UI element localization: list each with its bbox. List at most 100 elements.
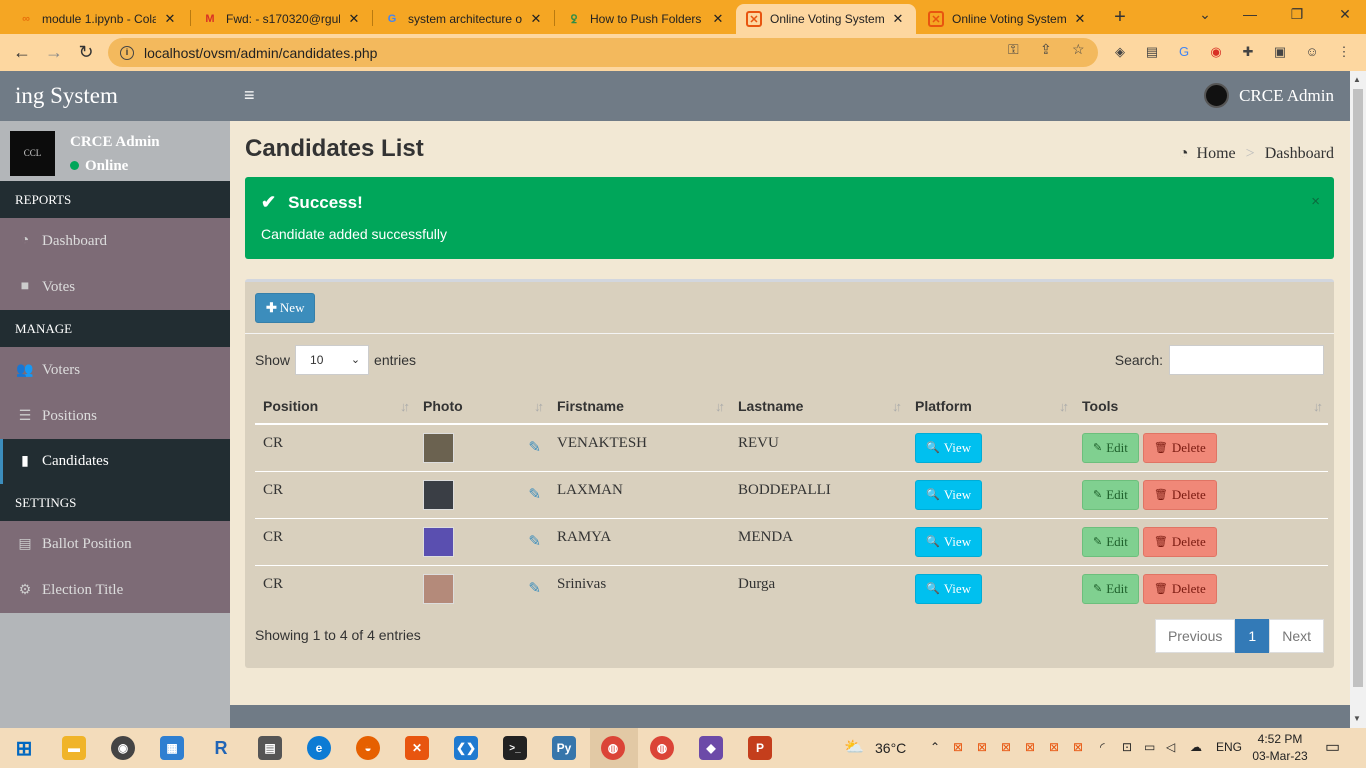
tray-overflow-icon[interactable]: ⌃	[930, 740, 940, 754]
sidebar-item-ballot-position[interactable]: ▤ Ballot Position	[0, 521, 230, 567]
browser-tab[interactable]: G system architecture of ✕	[374, 4, 554, 34]
xampp-tray-icon[interactable]: ⊠	[977, 740, 987, 754]
weather-temperature[interactable]: 36°C	[875, 740, 906, 756]
add-candidate-button[interactable]: ✚ New	[255, 293, 316, 323]
xampp-tray-icon[interactable]: ⊠	[1049, 740, 1059, 754]
windows-start-icon[interactable]: ⊞	[12, 736, 36, 760]
extension-icon[interactable]: ◈	[1112, 44, 1128, 60]
xampp-tray-icon[interactable]: ⊠	[953, 740, 963, 754]
edit-photo-icon[interactable]: ✎	[528, 438, 541, 457]
taskbar-clock[interactable]: 4:52 PM 03-Mar-23	[1250, 731, 1310, 765]
forward-icon[interactable]: →	[44, 42, 64, 63]
address-bar[interactable]: i localhost/ovsm/admin/candidates.php	[108, 38, 1098, 67]
next-page-button[interactable]: Next	[1269, 619, 1324, 653]
edit-button[interactable]: ✎ Edit	[1082, 432, 1139, 463]
minimize-icon[interactable]: —	[1240, 6, 1260, 22]
hamburger-icon[interactable]: ≡	[244, 86, 258, 104]
calculator-icon[interactable]: ▤	[258, 736, 282, 760]
translate-icon[interactable]: G	[1176, 44, 1192, 60]
python-icon[interactable]: Py	[552, 736, 576, 760]
scrollbar-thumb[interactable]	[1353, 89, 1363, 687]
column-header-photo[interactable]: Photo ↓↑	[415, 388, 549, 425]
battery-icon[interactable]: ▭	[1144, 740, 1155, 754]
view-platform-button[interactable]: 🔍 View	[915, 573, 983, 604]
file-explorer-icon[interactable]: ▬	[62, 736, 86, 760]
network-icon[interactable]: ⊡	[1122, 740, 1132, 754]
media-player-icon[interactable]: ◉	[111, 736, 135, 760]
edge-icon[interactable]: e	[307, 736, 331, 760]
sidebar-item-dashboard[interactable]: ◔ Dashboard	[0, 218, 230, 264]
column-header-tools[interactable]: Tools ↓↑	[1074, 388, 1328, 425]
close-tab-icon[interactable]: ✕	[528, 11, 544, 27]
browser-tab[interactable]: M Fwd: - s170320@rguk ✕	[192, 4, 372, 34]
column-header-firstname[interactable]: Firstname ↓↑	[549, 388, 730, 425]
edit-photo-icon[interactable]: ✎	[528, 579, 541, 598]
chrome-icon[interactable]: ◍	[650, 736, 674, 760]
extension-icon[interactable]: ◉	[1208, 44, 1224, 60]
extensions-puzzle-icon[interactable]: ✚	[1240, 44, 1256, 60]
store-icon[interactable]: ▦	[160, 736, 184, 760]
sidebar-item-positions[interactable]: ☰ Positions	[0, 393, 230, 439]
reload-icon[interactable]: ↻	[76, 42, 96, 63]
vscode-icon[interactable]: ❮❯	[454, 736, 478, 760]
column-header-platform[interactable]: Platform ↓↑	[907, 388, 1074, 425]
page-button[interactable]: 1	[1235, 619, 1270, 653]
maximize-icon[interactable]: ❐	[1287, 6, 1307, 23]
xampp-tray-icon[interactable]: ⊠	[1025, 740, 1035, 754]
delete-button[interactable]: 🗑 Delete	[1142, 479, 1217, 510]
xampp-icon[interactable]: ✕	[405, 736, 429, 760]
close-icon[interactable]: ×	[1311, 193, 1320, 210]
view-platform-button[interactable]: 🔍 View	[915, 526, 983, 557]
extension-icon[interactable]: ▤	[1144, 44, 1160, 60]
close-tab-icon[interactable]: ✕	[1072, 11, 1088, 27]
previous-page-button[interactable]: Previous	[1154, 619, 1236, 653]
tab-search-icon[interactable]: ⌄	[1195, 6, 1215, 23]
browser-tab[interactable]: ꝿ How to Push Folders F ✕	[556, 4, 736, 34]
chrome-icon[interactable]: ◍	[601, 736, 625, 760]
onedrive-icon[interactable]: ☁	[1190, 740, 1202, 754]
view-platform-button[interactable]: 🔍 View	[915, 479, 983, 510]
edit-button[interactable]: ✎ Edit	[1082, 526, 1139, 557]
scroll-down-icon[interactable]: ▼	[1353, 714, 1361, 723]
language-indicator[interactable]: ENG	[1216, 740, 1242, 754]
edit-photo-icon[interactable]: ✎	[528, 532, 541, 551]
weather-icon[interactable]: ⛅	[844, 737, 864, 757]
close-tab-icon[interactable]: ✕	[346, 11, 362, 27]
side-panel-icon[interactable]: ▣	[1272, 44, 1288, 60]
back-icon[interactable]: ←	[12, 42, 32, 63]
sidebar-item-candidates[interactable]: ▮ Candidates	[0, 439, 230, 484]
firefox-icon[interactable]: ◒	[356, 736, 380, 760]
site-info-icon[interactable]: i	[120, 45, 134, 60]
bookmark-star-icon[interactable]: ☆	[1072, 41, 1085, 58]
close-window-icon[interactable]: ✕	[1335, 6, 1355, 23]
new-tab-icon[interactable]: +	[1110, 6, 1130, 29]
browser-tab[interactable]: ✕ Online Voting System ✕	[918, 4, 1098, 34]
share-icon[interactable]: ⇪	[1040, 41, 1052, 58]
search-input[interactable]	[1169, 345, 1324, 375]
sidebar-item-voters[interactable]: 👥 Voters	[0, 347, 230, 393]
column-header-lastname[interactable]: Lastname ↓↑	[730, 388, 907, 425]
delete-button[interactable]: 🗑 Delete	[1142, 573, 1217, 604]
browser-tab-active[interactable]: ✕ Online Voting System ✕	[736, 4, 916, 34]
edit-photo-icon[interactable]: ✎	[528, 485, 541, 504]
notification-icon[interactable]: ▭	[1325, 737, 1340, 757]
git-icon[interactable]: ◆	[699, 736, 723, 760]
close-tab-icon[interactable]: ✕	[890, 11, 906, 27]
volume-icon[interactable]: ◁	[1166, 740, 1175, 754]
edit-button[interactable]: ✎ Edit	[1082, 479, 1139, 510]
scroll-up-icon[interactable]: ▲	[1353, 75, 1361, 84]
xampp-tray-icon[interactable]: ⊠	[1001, 740, 1011, 754]
delete-button[interactable]: 🗑 Delete	[1142, 526, 1217, 557]
chrome-menu-icon[interactable]: ⋮	[1336, 44, 1352, 60]
user-menu[interactable]: CRCE Admin	[1204, 83, 1334, 108]
entries-select[interactable]: 10 ⌄	[295, 345, 370, 375]
view-platform-button[interactable]: 🔍 View	[915, 432, 983, 463]
close-tab-icon[interactable]: ✕	[710, 11, 726, 27]
vertical-scrollbar[interactable]: ▲ ▼	[1350, 71, 1366, 728]
powerpoint-icon[interactable]: P	[748, 736, 772, 760]
edit-button[interactable]: ✎ Edit	[1082, 573, 1139, 604]
sidebar-item-votes[interactable]: ■ Votes	[0, 264, 230, 310]
delete-button[interactable]: 🗑 Delete	[1142, 432, 1217, 463]
browser-tab[interactable]: ∞ module 1.ipynb - Cola ✕	[8, 4, 188, 34]
app-logo[interactable]: ing System	[0, 71, 230, 121]
